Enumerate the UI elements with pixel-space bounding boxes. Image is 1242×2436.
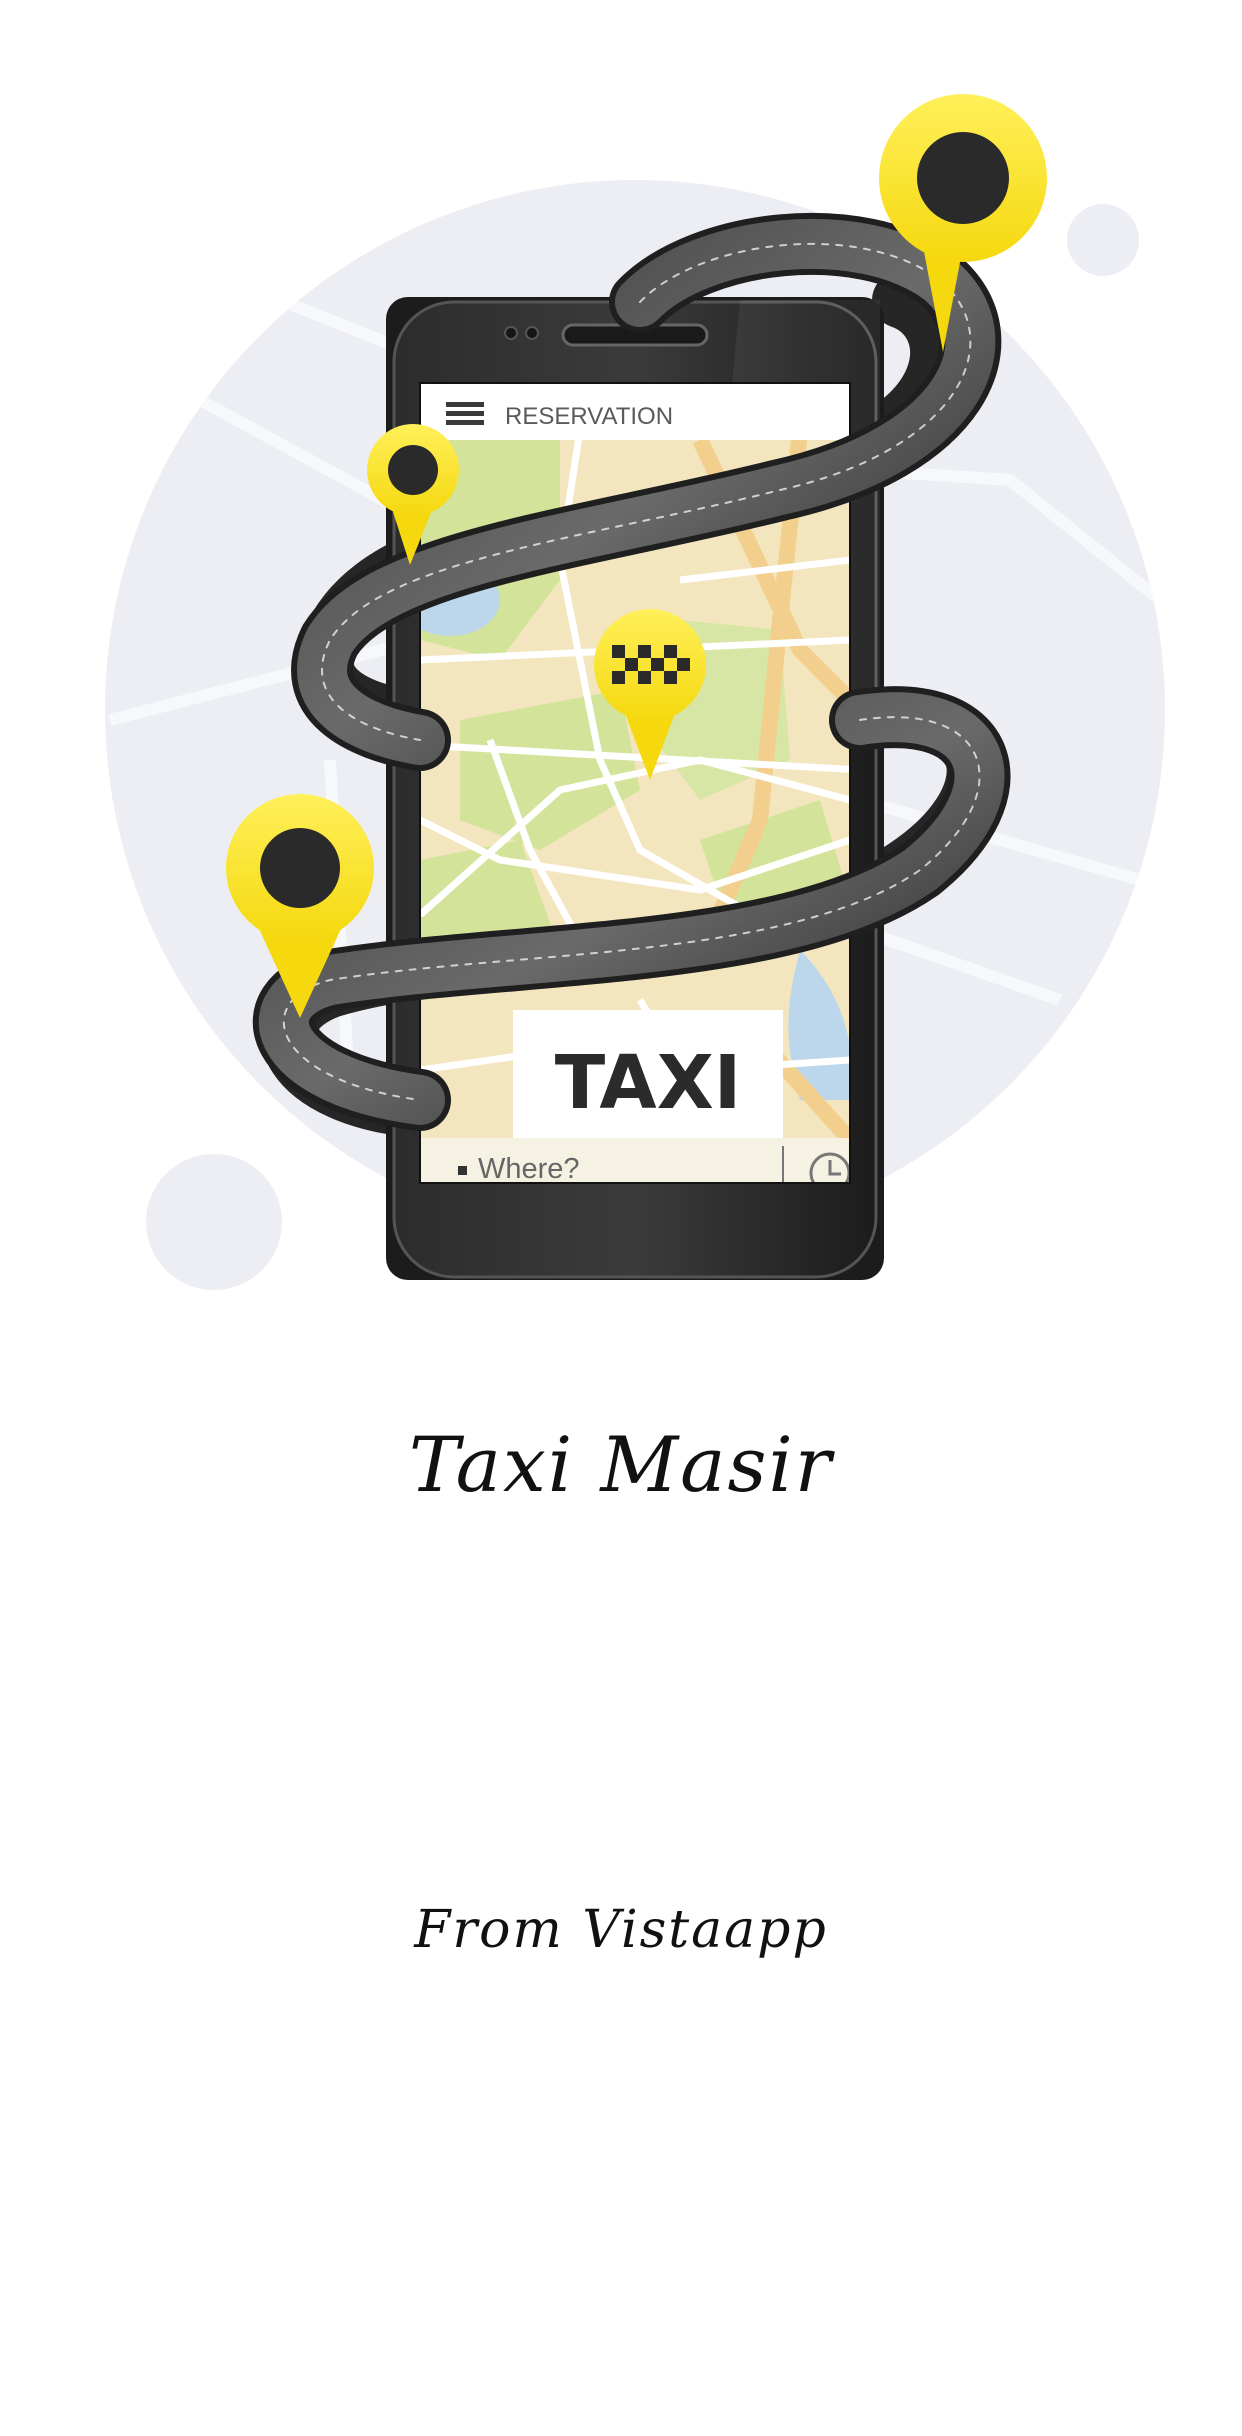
screen-header-title: RESERVATION bbox=[505, 403, 673, 430]
credit-text: From Vistaapp bbox=[414, 1900, 828, 1960]
splash-illustration: RESERVATION TAXI Where? bbox=[105, 94, 1165, 1290]
taxi-logo-text: TAXI bbox=[555, 1040, 742, 1126]
search-input[interactable]: Where? bbox=[478, 1153, 580, 1185]
hamburger-menu-icon[interactable] bbox=[446, 402, 484, 425]
app-title: Taxi Masir bbox=[408, 1420, 834, 1509]
search-bullet-icon bbox=[458, 1166, 467, 1175]
